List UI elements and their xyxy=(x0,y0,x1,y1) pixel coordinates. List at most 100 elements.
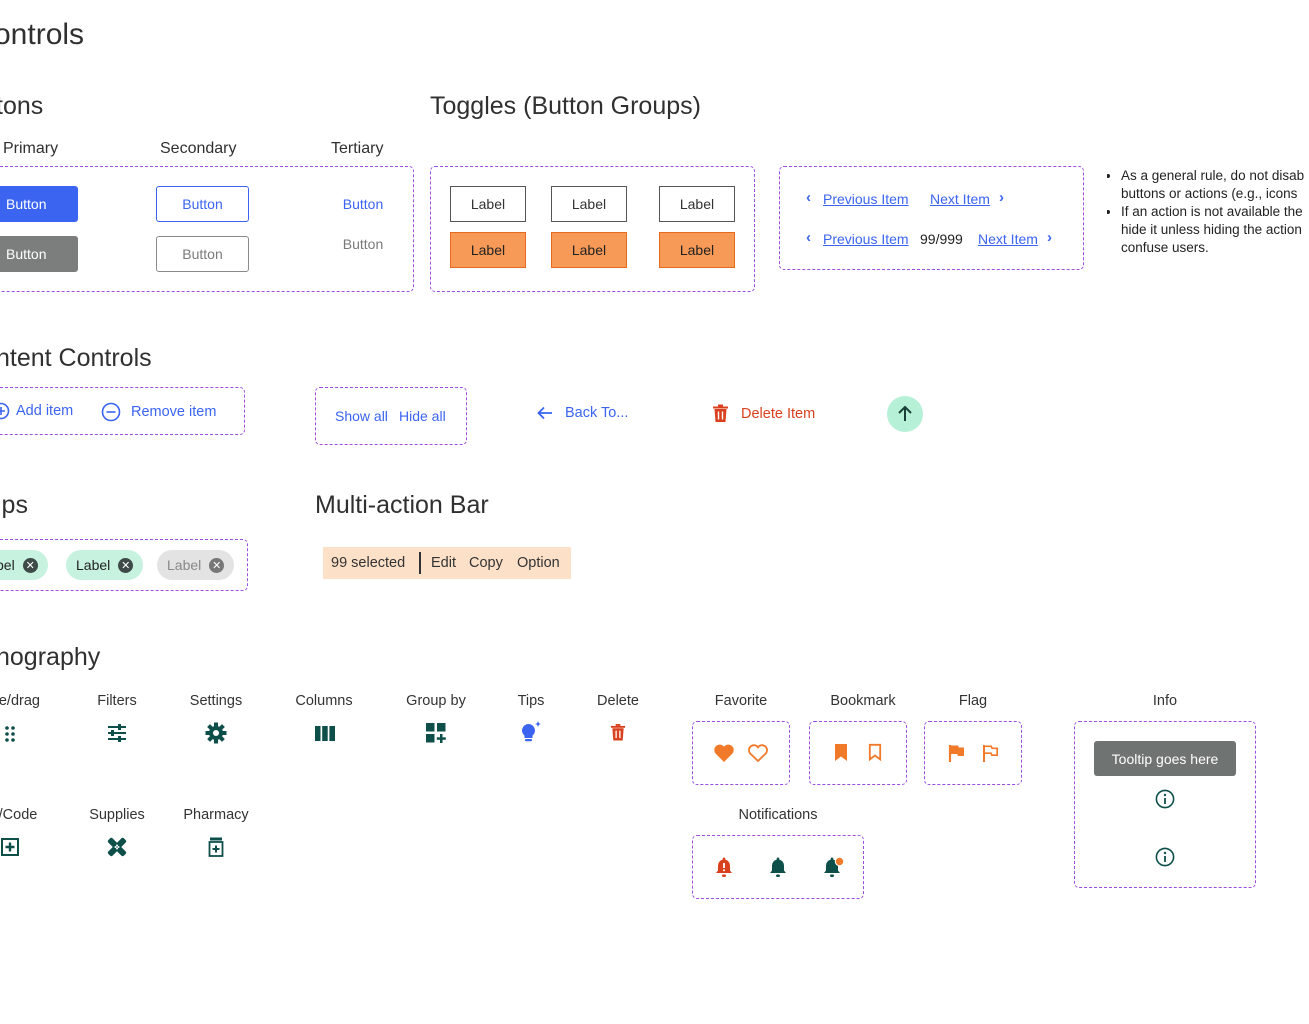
move-drag-label: re/drag xyxy=(0,693,40,709)
primary-button[interactable]: Button xyxy=(0,186,78,222)
toggle-on-3[interactable]: Label xyxy=(659,232,735,268)
supplies-label: Supplies xyxy=(89,807,145,823)
arrow-left-icon xyxy=(537,406,552,420)
toggles-heading: Toggles (Button Groups) xyxy=(430,92,701,120)
info-icon[interactable] xyxy=(1155,847,1175,867)
page-count: 99/999 xyxy=(920,231,963,247)
heart-outline-icon[interactable] xyxy=(747,743,769,763)
next-item-link[interactable]: Next Item xyxy=(930,191,990,207)
close-icon[interactable]: ✕ xyxy=(22,557,38,573)
trash-icon xyxy=(713,404,728,422)
multi-action-bar: 99 selected Edit Copy Option xyxy=(323,547,571,579)
flag-label: Flag xyxy=(958,693,988,709)
trash-icon xyxy=(610,724,626,741)
settings-label: Settings xyxy=(189,693,243,709)
chips-heading: ips xyxy=(0,491,28,519)
multi-action-heading: Multi-action Bar xyxy=(315,491,489,519)
pharmacy-label: Pharmacy xyxy=(183,807,249,823)
remove-circle-icon xyxy=(101,402,121,422)
arrow-up-icon xyxy=(898,405,912,421)
previous-item-link[interactable]: Previous Item xyxy=(823,191,909,207)
delete-item-button[interactable]: Delete Item xyxy=(712,404,815,423)
columns-label: Columns xyxy=(295,693,353,709)
toggle-off-1[interactable]: Label xyxy=(450,186,526,222)
medical-code-icon xyxy=(1,838,19,856)
chevron-right-icon[interactable]: › xyxy=(999,189,1004,206)
note-2: If an action is not available the hide i… xyxy=(1121,203,1309,257)
bookmark-outline-icon[interactable] xyxy=(868,743,882,762)
next-item-link-2[interactable]: Next Item xyxy=(978,231,1038,247)
divider xyxy=(419,552,421,574)
tips-label: Tips xyxy=(517,693,545,709)
toggle-on-2[interactable]: Label xyxy=(551,232,627,268)
chip-label: Label xyxy=(167,557,202,573)
chip-2[interactable]: Label ✕ xyxy=(66,550,144,580)
option-action[interactable]: Option xyxy=(517,555,560,571)
back-to-button[interactable]: Back To... xyxy=(536,404,628,422)
delete-item-label: Delete Item xyxy=(741,405,816,422)
chip-3-disabled: Label ✕ xyxy=(157,550,235,580)
bookmark-label: Bookmark xyxy=(830,693,896,709)
bookmark-group xyxy=(809,721,907,785)
favorite-label: Favorite xyxy=(714,693,768,709)
edit-action[interactable]: Edit xyxy=(431,555,456,571)
group-by-icon xyxy=(426,723,446,743)
remove-item-button[interactable]: Remove item xyxy=(101,402,216,422)
remove-item-label: Remove item xyxy=(131,404,217,420)
tertiary-button[interactable]: Button xyxy=(330,186,396,222)
heart-filled-icon[interactable] xyxy=(713,743,735,763)
filters-label: Filters xyxy=(97,693,137,709)
bell-badge-icon[interactable] xyxy=(822,856,846,878)
chip-label: Label xyxy=(76,557,111,573)
close-icon: ✕ xyxy=(209,557,225,573)
toggle-on-1[interactable]: Label xyxy=(450,232,526,268)
notifications-label: Notifications xyxy=(738,807,818,823)
pharmacy-bottle-icon xyxy=(208,837,224,857)
add-item-button[interactable]: Add item xyxy=(0,402,73,420)
chevron-left-icon[interactable]: ‹ xyxy=(806,189,811,206)
toggles-group xyxy=(430,166,755,292)
show-all-link[interactable]: Show all xyxy=(335,408,388,424)
info-icon[interactable] xyxy=(1155,789,1175,809)
col-primary: Primary xyxy=(3,140,59,157)
selected-count: 99 selected xyxy=(331,555,406,571)
chip-1[interactable]: bel ✕ xyxy=(0,550,48,580)
hide-all-link[interactable]: Hide all xyxy=(399,408,446,424)
chip-label: bel xyxy=(0,557,15,573)
chevron-right-icon[interactable]: › xyxy=(1047,229,1052,246)
flag-outline-icon[interactable] xyxy=(982,744,1000,762)
tertiary-button-disabled: Button xyxy=(342,236,384,252)
flag-filled-icon[interactable] xyxy=(948,744,966,762)
toggle-off-2[interactable]: Label xyxy=(551,186,627,222)
delete-label: Delete xyxy=(597,693,639,709)
lightbulb-icon xyxy=(522,721,541,742)
group-by-label: Group by xyxy=(406,693,466,709)
copy-action[interactable]: Copy xyxy=(469,555,503,571)
previous-item-link-2[interactable]: Previous Item xyxy=(823,231,909,247)
bell-icon[interactable] xyxy=(768,856,788,878)
chevron-left-icon[interactable]: ‹ xyxy=(806,229,811,246)
usage-notes: As a general rule, do not disab buttons … xyxy=(1107,167,1309,257)
primary-button-disabled: Button xyxy=(0,236,78,272)
back-to-label: Back To... xyxy=(565,405,629,421)
bookmark-filled-icon[interactable] xyxy=(834,743,848,762)
favorite-group xyxy=(692,721,790,785)
note-1: As a general rule, do not disab buttons … xyxy=(1121,167,1309,203)
pagination-group xyxy=(779,166,1084,270)
bell-alert-icon[interactable] xyxy=(714,856,734,878)
drag-handle-icon xyxy=(5,726,15,742)
scroll-to-top-button[interactable] xyxy=(887,396,923,432)
add-item-label: Add item xyxy=(16,403,74,419)
content-controls-heading: ntent Controls xyxy=(0,344,152,372)
flag-group xyxy=(924,721,1022,785)
secondary-button-disabled: Button xyxy=(156,236,249,272)
toggle-off-3[interactable]: Label xyxy=(659,186,735,222)
columns-icon xyxy=(315,726,335,741)
code-label: /Code xyxy=(0,807,38,823)
tooltip: Tooltip goes here xyxy=(1094,741,1236,776)
iconography-heading: nography xyxy=(0,643,101,671)
secondary-button[interactable]: Button xyxy=(156,186,249,222)
close-icon[interactable]: ✕ xyxy=(118,557,134,573)
bandage-icon xyxy=(107,837,127,857)
filters-icon xyxy=(108,724,126,742)
